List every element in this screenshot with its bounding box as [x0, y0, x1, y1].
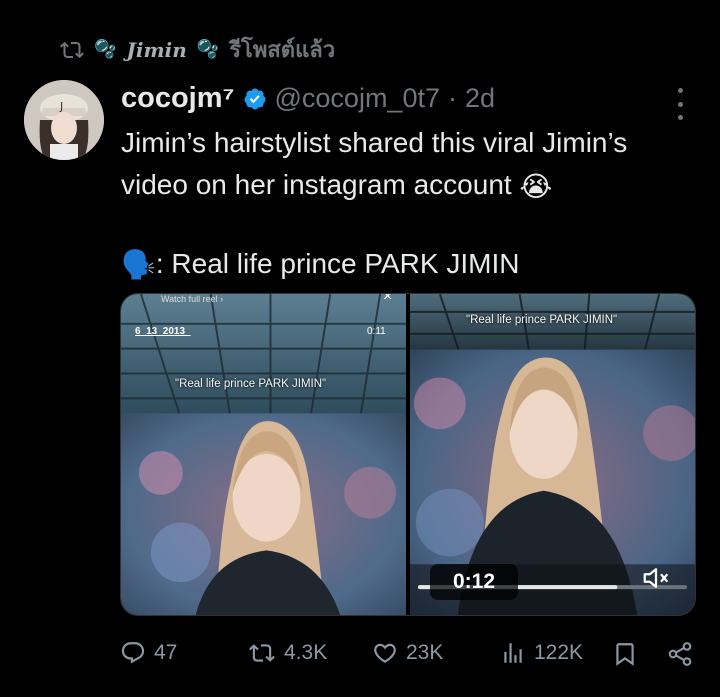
- video-duration: 0:12: [430, 564, 518, 600]
- bubble-emoji-left: 🫧: [94, 39, 117, 59]
- tweet-text-line-1: Jimin’s hairstylist shared this viral Ji…: [121, 127, 628, 158]
- tweet-header: cocojm⁷ @cocojm_0t7 · 2d: [121, 82, 495, 115]
- like-button[interactable]: 23K: [372, 640, 443, 666]
- user-handle[interactable]: @cocojm_0t7: [275, 83, 440, 114]
- post-time[interactable]: 2d: [465, 83, 495, 114]
- more-options-icon[interactable]: [672, 88, 688, 120]
- share-icon: [668, 642, 692, 666]
- caption-right: "Real life prince PARK JIMIN": [466, 314, 618, 326]
- like-count: 23K: [406, 641, 444, 664]
- date-tag: 6_13_2013_: [135, 326, 191, 337]
- reposter-name[interactable]: Jimin: [126, 38, 186, 62]
- reply-icon: [121, 642, 145, 664]
- crying-emoji: 😭: [519, 170, 553, 202]
- bubble-emoji-right: 🫧: [196, 39, 220, 59]
- media-grid: Watch full reel › × 6_13_2013_ 0:11 "Rea…: [120, 293, 696, 616]
- mute-icon[interactable]: [638, 560, 674, 596]
- display-name[interactable]: cocojm⁷: [121, 82, 235, 115]
- repost-icon: [60, 41, 84, 58]
- heart-icon: [374, 643, 396, 663]
- close-icon[interactable]: ×: [383, 294, 392, 306]
- tweet-text-line-2: video on her instagram account 😭: [121, 164, 701, 208]
- repost-label: รีโพสต์แล้ว: [229, 37, 336, 62]
- repost-button[interactable]: 4.3K: [248, 640, 327, 666]
- reply-button[interactable]: 47: [120, 640, 177, 666]
- watch-full-reel-link[interactable]: Watch full reel ›: [161, 294, 223, 304]
- media-video-right[interactable]: "Real life prince PARK JIMIN" 0:12: [410, 294, 695, 615]
- speaking-head-emoji: 🗣️: [121, 249, 156, 281]
- verified-badge-icon[interactable]: [243, 87, 267, 111]
- reply-count: 47: [154, 641, 178, 664]
- tweet-text-line-3: 🗣️: Real life prince PARK JIMIN: [121, 243, 701, 287]
- view-count: 122K: [534, 641, 584, 664]
- svg-text:J: J: [59, 100, 63, 113]
- tweet-text-line-2-text: video on her instagram account: [121, 169, 512, 200]
- views-icon: [504, 643, 522, 663]
- views-button[interactable]: 122K: [500, 640, 583, 666]
- separator-dot: ·: [447, 83, 457, 113]
- avatar-image: J: [24, 80, 104, 160]
- caption-left: "Real life prince PARK JIMIN": [175, 378, 327, 390]
- repost-indicator[interactable]: 🫧 Jimin 🫧 รีโพสต์แล้ว: [60, 32, 335, 67]
- bookmark-icon: [616, 643, 634, 666]
- share-button[interactable]: [666, 640, 694, 668]
- action-bar: 47 4.3K 23K 122K: [120, 640, 696, 672]
- tweet-text: Jimin’s hairstylist shared this viral Ji…: [121, 122, 701, 286]
- user-avatar[interactable]: J: [24, 80, 104, 160]
- stadium-photo: [121, 294, 406, 615]
- bookmark-button[interactable]: [612, 640, 638, 668]
- repost-action-icon: [249, 644, 275, 662]
- repost-count: 4.3K: [284, 641, 328, 664]
- video-time-left: 0:11: [367, 326, 386, 337]
- tweet-text-line-3-text: : Real life prince PARK JIMIN: [155, 247, 520, 279]
- media-image-left[interactable]: Watch full reel › × 6_13_2013_ 0:11 "Rea…: [121, 294, 406, 615]
